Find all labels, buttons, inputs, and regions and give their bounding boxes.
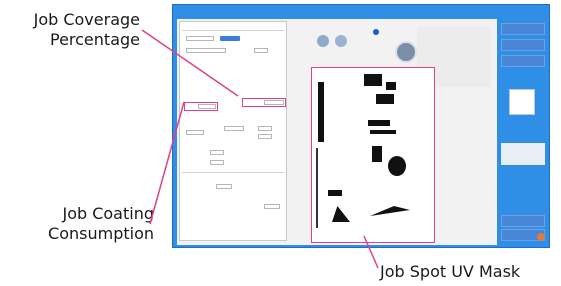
mask-shape	[370, 206, 410, 216]
window-title-bar	[177, 8, 545, 18]
action-button[interactable]	[501, 39, 545, 51]
settings-field[interactable]	[254, 48, 268, 53]
mask-shape	[370, 130, 396, 134]
job-settings-pane	[179, 21, 287, 241]
divider	[182, 172, 284, 173]
mask-shape	[364, 74, 382, 86]
settings-button[interactable]	[220, 36, 240, 41]
callout-job-coating-consumption: Job Coating Consumption	[4, 204, 154, 244]
settings-field[interactable]	[186, 130, 204, 135]
settings-field[interactable]	[258, 134, 272, 139]
mask-shape	[368, 120, 390, 126]
settings-field[interactable]	[258, 126, 272, 131]
divider	[182, 30, 284, 31]
job-coating-consumption-field	[198, 104, 216, 109]
mask-shape	[388, 156, 406, 176]
close-icon[interactable]	[537, 233, 545, 241]
mask-text-vertical	[316, 148, 330, 228]
application-screenshot	[172, 4, 550, 248]
action-button[interactable]	[501, 23, 545, 35]
callout-job-coverage-percentage: Job Coverage Percentage	[4, 10, 140, 50]
thumbnail-icon	[509, 89, 535, 115]
mask-shape	[318, 82, 324, 142]
info-panel	[501, 143, 545, 165]
callout-job-spot-uv-mask: Job Spot UV Mask	[380, 262, 521, 281]
mask-shape	[372, 146, 382, 162]
job-spot-uv-mask-preview	[311, 67, 435, 243]
status-dot-icon	[373, 29, 379, 35]
right-action-bar	[499, 19, 547, 245]
callout-coverage-line2: Percentage	[49, 30, 140, 49]
callout-coverage-line1: Job Coverage	[33, 10, 140, 29]
callout-coating-line1: Job Coating	[62, 204, 154, 223]
preview-circle-icon[interactable]	[317, 35, 329, 47]
action-button[interactable]	[501, 55, 545, 67]
settings-field[interactable]	[224, 126, 244, 131]
preview-circle-icon[interactable]	[335, 35, 347, 47]
mask-shape	[328, 190, 342, 196]
settings-field[interactable]	[186, 48, 226, 53]
settings-field[interactable]	[186, 36, 214, 41]
mask-shape	[332, 206, 350, 222]
settings-circle-icon[interactable]	[395, 41, 417, 63]
mask-shape	[376, 94, 394, 104]
settings-field[interactable]	[210, 160, 224, 165]
settings-field[interactable]	[264, 204, 280, 209]
action-button[interactable]	[501, 215, 545, 227]
settings-field[interactable]	[210, 150, 224, 155]
job-coverage-percentage-field	[264, 100, 284, 105]
mask-shape	[386, 82, 396, 90]
settings-field[interactable]	[216, 184, 232, 189]
callout-coating-line2: Consumption	[48, 224, 154, 243]
